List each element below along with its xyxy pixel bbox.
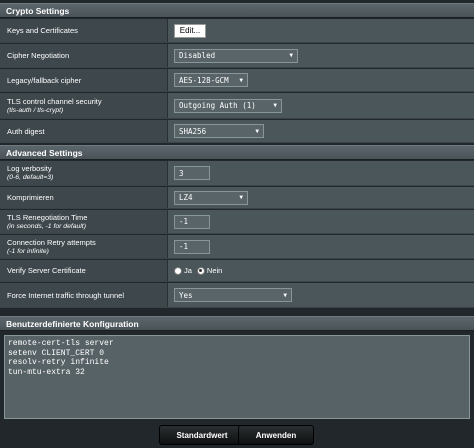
- tls-renegotiation-label: TLS Renegotiation Time (in seconds, -1 f…: [0, 210, 168, 233]
- apply-button[interactable]: Anwenden: [238, 425, 314, 445]
- custom-config-header: Benutzerdefinierte Konfiguration: [0, 316, 474, 331]
- legacy-cipher-label: Legacy/fallback cipher: [0, 69, 168, 91]
- verify-no-label: Nein: [206, 266, 223, 275]
- chevron-down-icon: ▼: [283, 291, 287, 299]
- tls-renegotiation-row: TLS Renegotiation Time (in seconds, -1 f…: [0, 210, 474, 234]
- tls-control-select[interactable]: Outgoing Auth (1) ▼: [174, 98, 282, 113]
- verify-server-cert-row: Verify Server Certificate Ja Nein: [0, 260, 474, 282]
- chevron-down-icon: ▼: [255, 127, 259, 135]
- cipher-negotiation-label: Cipher Negotiation: [0, 44, 168, 67]
- custom-config-title: Benutzerdefinierte Konfiguration: [6, 318, 139, 329]
- connection-retry-row: Connection Retry attempts (-1 for infini…: [0, 235, 474, 259]
- edit-keys-button[interactable]: Edit...: [174, 23, 206, 38]
- cipher-negotiation-select[interactable]: Disabled ▼: [174, 48, 298, 63]
- auth-digest-row: Auth digest SHA256 ▼: [0, 120, 474, 143]
- custom-config-textarea[interactable]: remote-cert-tls server setenv CLIENT_CER…: [4, 335, 470, 419]
- verify-no-radio[interactable]: [196, 266, 205, 275]
- force-tunnel-row: Force Internet traffic through tunnel Ye…: [0, 283, 474, 308]
- force-tunnel-select[interactable]: Yes ▼: [174, 288, 292, 302]
- keys-certificates-row: Keys and Certificates Edit...: [0, 19, 474, 43]
- tls-control-label: TLS control channel security (tls-auth /…: [0, 93, 168, 118]
- auth-digest-select[interactable]: SHA256 ▼: [174, 124, 264, 138]
- log-verbosity-row: Log verbosity (0-6, default=3) 3: [0, 161, 474, 186]
- verify-yes-radio[interactable]: [174, 266, 182, 275]
- tls-control-row: TLS control channel security (tls-auth /…: [0, 93, 474, 119]
- advanced-settings-title: Advanced Settings: [6, 147, 83, 158]
- tls-renegotiation-input[interactable]: -1: [174, 214, 210, 229]
- legacy-cipher-row: Legacy/fallback cipher AES-128-GCM ▼: [0, 69, 474, 92]
- verify-server-cert-label: Verify Server Certificate: [0, 260, 168, 281]
- verify-yes-label: Ja: [184, 266, 192, 275]
- connection-retry-input[interactable]: -1: [174, 239, 210, 254]
- compression-row: Komprimieren LZ4 ▼: [0, 187, 474, 209]
- connection-retry-label: Connection Retry attempts (-1 for infini…: [0, 235, 168, 258]
- compression-select[interactable]: LZ4 ▼: [174, 190, 248, 205]
- keys-certificates-label: Keys and Certificates: [0, 19, 168, 42]
- advanced-settings-header: Advanced Settings: [0, 145, 474, 160]
- legacy-cipher-select[interactable]: AES-128-GCM ▼: [174, 73, 248, 87]
- chevron-down-icon: ▼: [289, 52, 293, 59]
- log-verbosity-input[interactable]: 3: [174, 166, 210, 180]
- cipher-negotiation-row: Cipher Negotiation Disabled ▼: [0, 44, 474, 68]
- chevron-down-icon: ▼: [239, 76, 243, 84]
- crypto-settings-title: Crypto Settings: [6, 5, 70, 16]
- log-verbosity-label: Log verbosity (0-6, default=3): [0, 161, 168, 185]
- default-button[interactable]: Standardwert: [159, 425, 245, 445]
- chevron-down-icon: ▼: [273, 102, 277, 109]
- chevron-down-icon: ▼: [239, 194, 243, 201]
- auth-digest-label: Auth digest: [0, 120, 168, 142]
- verify-server-cert-radios: Ja Nein: [174, 266, 222, 275]
- compression-label: Komprimieren: [0, 187, 168, 208]
- force-tunnel-label: Force Internet traffic through tunnel: [0, 283, 168, 307]
- crypto-settings-header: Crypto Settings: [0, 3, 474, 18]
